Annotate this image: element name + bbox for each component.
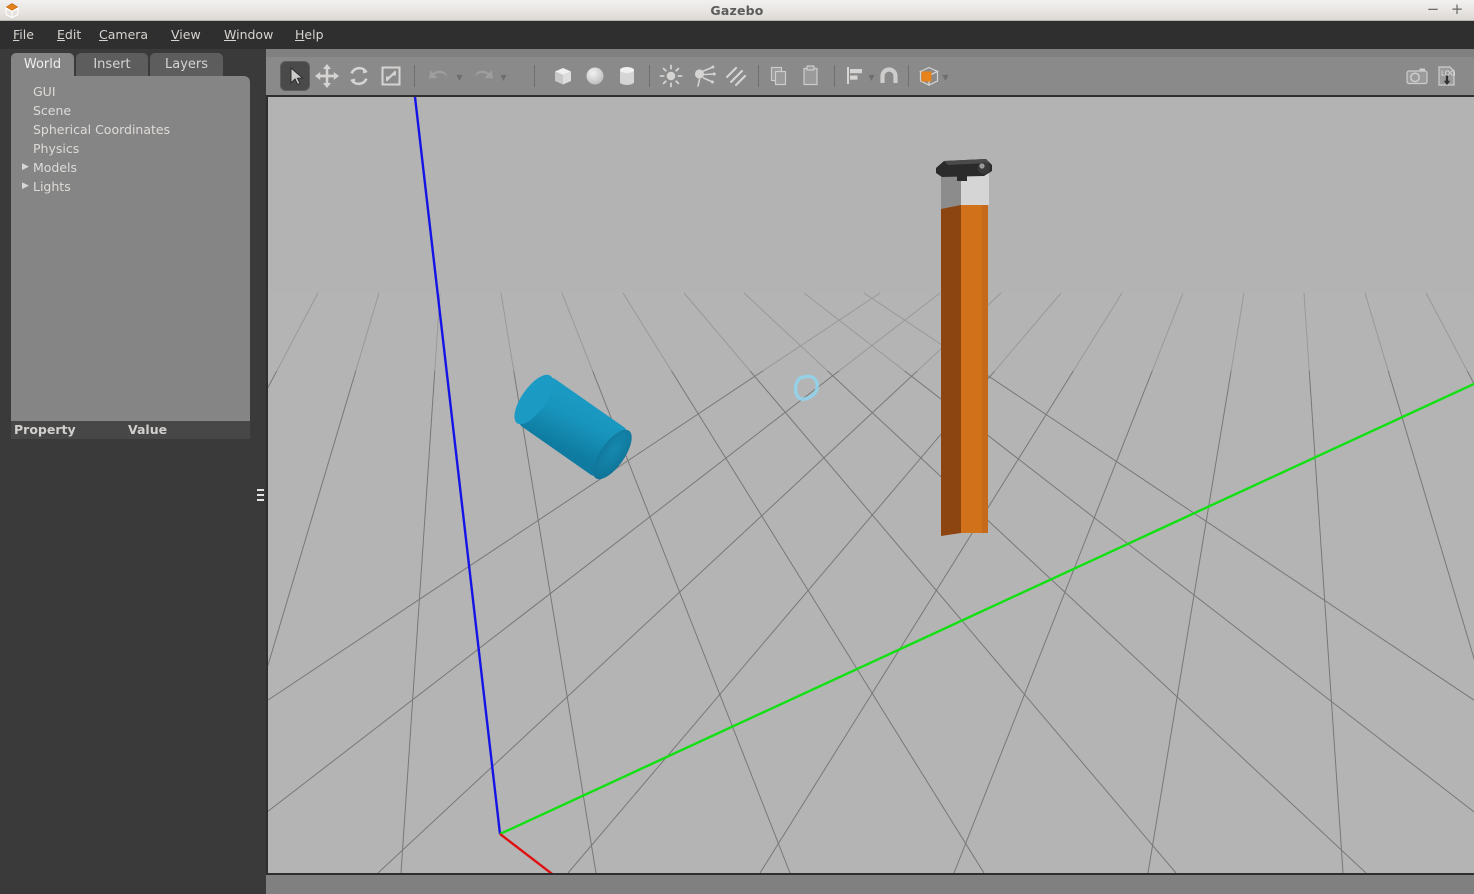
tree-item-spherical-coordinates[interactable]: Spherical Coordinates xyxy=(33,120,170,139)
panel-viewport-splitter[interactable] xyxy=(254,49,266,894)
menu-window[interactable]: Window xyxy=(217,21,280,49)
insert-cylinder-button[interactable] xyxy=(612,61,642,91)
menu-help-accel: H xyxy=(295,27,305,42)
menubar: File Edit Camera View Window Help xyxy=(0,21,1474,49)
gazebo-application-window: Gazebo − + File Edit Camera View Window … xyxy=(0,0,1474,894)
paste-button[interactable] xyxy=(796,61,826,91)
menu-edit-rest: dit xyxy=(64,27,82,42)
toolbar-separator-6 xyxy=(908,65,909,87)
toolbar-separator-2 xyxy=(534,65,535,87)
splitter-grip-vertical-icon xyxy=(257,489,264,509)
insert-point-light-button[interactable] xyxy=(656,61,686,91)
scale-mode-button[interactable] xyxy=(376,61,406,91)
expand-arrow-lights-icon[interactable]: ▶ xyxy=(22,177,32,196)
menu-view-rest: iew xyxy=(179,27,201,42)
menu-camera[interactable]: Camera xyxy=(92,21,155,49)
tree-item-physics[interactable]: Physics xyxy=(33,139,79,158)
view-mode-dropdown-caret-icon[interactable]: ▼ xyxy=(940,73,951,83)
snap-button[interactable] xyxy=(874,61,904,91)
menu-camera-accel: C xyxy=(99,27,108,42)
toolbar-separator-3 xyxy=(649,65,650,87)
tree-item-scene[interactable]: Scene xyxy=(33,101,71,120)
menu-window-rest: indow xyxy=(236,27,274,42)
menu-edit[interactable]: Edit xyxy=(50,21,88,49)
menu-view[interactable]: View xyxy=(164,21,208,49)
left-panel: World Insert Layers GUI Scene Spherical … xyxy=(0,49,258,894)
tab-layers[interactable]: Layers xyxy=(150,53,223,76)
expand-arrow-models-icon[interactable]: ▶ xyxy=(22,158,32,177)
3d-scene-viewport[interactable] xyxy=(266,97,1474,873)
svg-text:LOG: LOG xyxy=(1441,70,1456,78)
toolbar-separator-5 xyxy=(834,65,835,87)
menu-edit-accel: E xyxy=(57,27,65,42)
menu-file-rest: ile xyxy=(19,27,34,42)
property-table-header: Property Value xyxy=(11,421,250,439)
toolbar-separator-1 xyxy=(414,65,415,87)
screenshot-button[interactable] xyxy=(1402,61,1432,91)
insert-box-button[interactable] xyxy=(548,61,578,91)
insert-sphere-button[interactable] xyxy=(580,61,610,91)
redo-dropdown-caret-icon[interactable]: ▼ xyxy=(498,73,509,83)
undo-dropdown-caret-icon[interactable]: ▼ xyxy=(454,73,465,83)
toolbar-separator-4 xyxy=(758,65,759,87)
menu-help[interactable]: Help xyxy=(288,21,331,49)
menu-camera-rest: amera xyxy=(107,27,149,42)
translate-mode-button[interactable] xyxy=(312,61,342,91)
tree-item-lights[interactable]: Lights xyxy=(33,177,71,196)
select-mode-button[interactable] xyxy=(280,61,310,91)
panel-tabbar: World Insert Layers xyxy=(0,49,258,76)
copy-button[interactable] xyxy=(764,61,794,91)
maximize-button[interactable]: + xyxy=(1446,0,1468,21)
orange-pole-model xyxy=(941,195,988,536)
tree-item-gui[interactable]: GUI xyxy=(33,82,56,101)
tab-world[interactable]: World xyxy=(11,53,74,76)
column-header-property: Property xyxy=(14,422,76,437)
minimize-button[interactable]: − xyxy=(1422,0,1444,21)
main-toolbar: ▼ ▼ ▼ ▼ LOG xyxy=(266,57,1474,97)
insert-spot-light-button[interactable] xyxy=(688,61,718,91)
viewport-bottom-strip xyxy=(266,873,1474,894)
menu-help-rest: elp xyxy=(304,27,324,42)
undo-button[interactable] xyxy=(424,61,454,91)
window-title: Gazebo xyxy=(710,3,764,18)
menu-window-accel: W xyxy=(224,27,237,42)
world-tree-panel: GUI Scene Spherical Coordinates Physics … xyxy=(11,76,250,421)
rotate-mode-button[interactable] xyxy=(344,61,374,91)
redo-button[interactable] xyxy=(468,61,498,91)
tree-item-models[interactable]: Models xyxy=(33,158,77,177)
insert-directional-light-button[interactable] xyxy=(720,61,750,91)
menu-file[interactable]: File xyxy=(6,21,41,49)
window-titlebar: Gazebo − + xyxy=(0,0,1474,21)
tab-insert[interactable]: Insert xyxy=(76,53,148,76)
column-header-value: Value xyxy=(128,422,168,437)
log-record-button[interactable]: LOG xyxy=(1432,61,1462,91)
